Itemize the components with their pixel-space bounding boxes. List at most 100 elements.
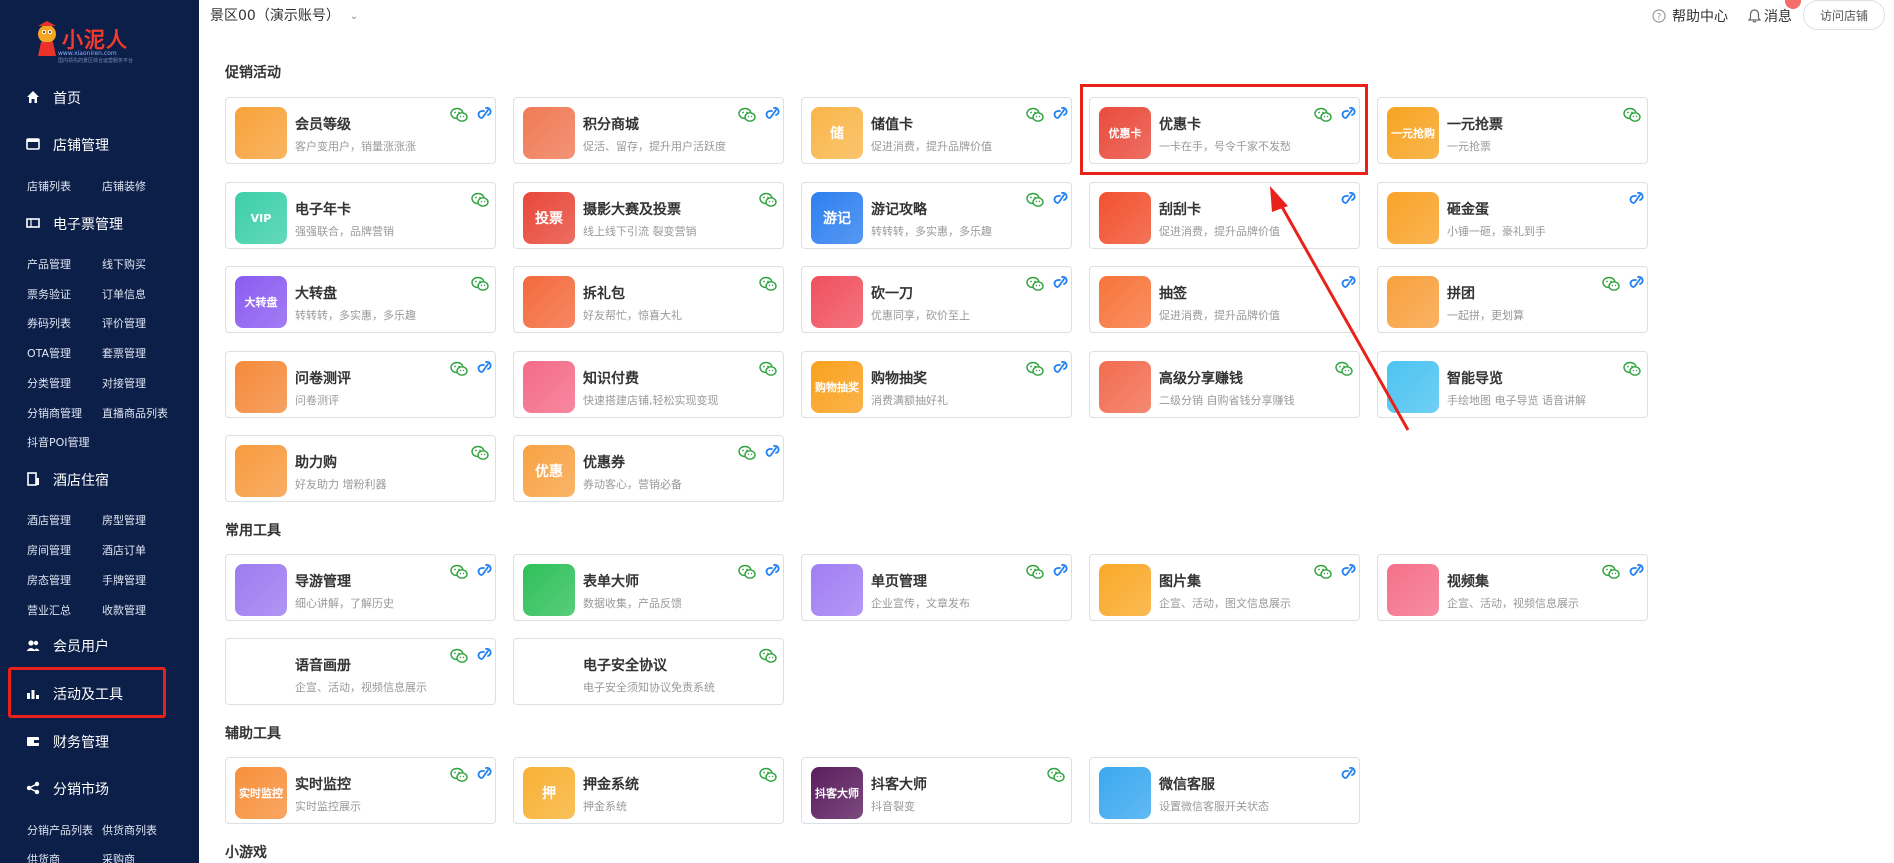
link-icon[interactable] [477, 105, 493, 123]
sub-docking[interactable]: 对接管理 [102, 375, 146, 391]
tool-card[interactable]: 刮刮卡 促进消费，提升品牌价值 [1089, 182, 1360, 249]
tool-card[interactable]: 图片集 企宣、活动，图文信息展示 [1089, 554, 1360, 621]
sub-hotel-mgmt[interactable]: 酒店管理 [27, 512, 71, 528]
tool-card[interactable]: 智能导览 手绘地图 电子导览 语音讲解 [1377, 351, 1648, 418]
nav-eticket[interactable]: 电子票管理 [0, 203, 199, 243]
link-icon[interactable] [1053, 359, 1069, 377]
wechat-icon[interactable] [759, 361, 777, 377]
nav-store[interactable]: 店铺管理 [0, 124, 199, 164]
tool-card[interactable]: 拼团 一起拼，更划算 [1377, 266, 1648, 333]
wechat-icon[interactable] [759, 276, 777, 292]
tool-card[interactable]: 游记 游记攻略 转转转，多实惠，多乐趣 [801, 182, 1072, 249]
sub-order-info[interactable]: 订单信息 [102, 286, 146, 302]
link-icon[interactable] [765, 105, 781, 123]
tool-card[interactable]: 大转盘 大转盘 转转转，多实惠，多乐趣 [225, 266, 496, 333]
sub-hotel-order[interactable]: 酒店订单 [102, 542, 146, 558]
wechat-icon[interactable] [450, 767, 468, 783]
site-selector[interactable]: 景区00（演示账号） ⌄ [210, 5, 358, 25]
sub-room-type[interactable]: 房型管理 [102, 512, 146, 528]
messages-link[interactable]: 消息 [1748, 6, 1792, 26]
wechat-icon[interactable] [1026, 564, 1044, 580]
sub-review[interactable]: 评价管理 [102, 315, 146, 331]
tool-card[interactable]: 语音画册 企宣、活动，视频信息展示 [225, 638, 496, 705]
tool-card[interactable]: 砸金蛋 小锤一砸，豪礼到手 [1377, 182, 1648, 249]
wechat-icon[interactable] [450, 107, 468, 123]
tool-card[interactable]: 表单大师 数据收集，产品反馈 [513, 554, 784, 621]
link-icon[interactable] [477, 765, 493, 783]
nav-finance[interactable]: 财务管理 [0, 721, 199, 761]
tool-card[interactable]: 问卷测评 问卷测评 [225, 351, 496, 418]
tool-card[interactable]: 积分商城 促活、留存，提升用户活跃度 [513, 97, 784, 164]
sub-category[interactable]: 分类管理 [27, 375, 71, 391]
visit-store-button[interactable]: 访问店铺 [1803, 0, 1885, 30]
sub-room-mgmt[interactable]: 房间管理 [27, 542, 71, 558]
wechat-icon[interactable] [1623, 361, 1641, 377]
link-icon[interactable] [477, 359, 493, 377]
sub-fee[interactable]: 手牌管理 [102, 572, 146, 588]
sub-live-list[interactable]: 直播商品列表 [102, 405, 168, 421]
tool-card[interactable]: 拆礼包 好友帮忙，惊喜大礼 [513, 266, 784, 333]
nav-home[interactable]: 首页 [0, 77, 199, 117]
wechat-icon[interactable] [1314, 564, 1332, 580]
wechat-icon[interactable] [450, 564, 468, 580]
link-icon[interactable] [1053, 190, 1069, 208]
sub-offline-buy[interactable]: 线下购买 [102, 256, 146, 272]
wechat-icon[interactable] [759, 648, 777, 664]
wechat-icon[interactable] [1047, 767, 1065, 783]
tool-card[interactable]: 购物抽奖 购物抽奖 消费满额抽好礼 [801, 351, 1072, 418]
link-icon[interactable] [1341, 765, 1357, 783]
sub-business[interactable]: 营业汇总 [27, 602, 71, 618]
sub-code-list[interactable]: 券码列表 [27, 315, 71, 331]
tool-card[interactable]: 优惠 优惠券 券动客心，营销必备 [513, 435, 784, 502]
sub-dist-product[interactable]: 分销产品列表 [27, 822, 93, 838]
brand-logo[interactable]: 小泥人 www.xiaoniren.com 国内领先的景区综合运营服务平台 [32, 20, 148, 64]
tool-card[interactable]: 助力购 好友助力 增粉利器 [225, 435, 496, 502]
wechat-icon[interactable] [759, 767, 777, 783]
nav-hotel[interactable]: 酒店住宿 [0, 459, 199, 499]
sub-distributor[interactable]: 分销商管理 [27, 405, 82, 421]
link-icon[interactable] [477, 562, 493, 580]
link-icon[interactable] [1629, 190, 1645, 208]
wechat-icon[interactable] [1026, 107, 1044, 123]
tool-card[interactable]: 储 储值卡 促进消费，提升品牌价值 [801, 97, 1072, 164]
wechat-icon[interactable] [1026, 276, 1044, 292]
sub-purchaser[interactable]: 采购商 [102, 851, 135, 863]
nav-members[interactable]: 会员用户 [0, 625, 199, 665]
link-icon[interactable] [765, 562, 781, 580]
wechat-icon[interactable] [1335, 361, 1353, 377]
tool-card[interactable]: 导游管理 细心讲解，了解历史 [225, 554, 496, 621]
link-icon[interactable] [1341, 562, 1357, 580]
sub-supplier[interactable]: 供货商 [27, 851, 60, 863]
link-icon[interactable] [477, 646, 493, 664]
link-icon[interactable] [1341, 190, 1357, 208]
sub-supplier-list[interactable]: 供货商列表 [102, 822, 157, 838]
wechat-icon[interactable] [759, 192, 777, 208]
link-icon[interactable] [765, 443, 781, 461]
tool-card[interactable]: 押押金系统 押金系统 [513, 757, 784, 824]
wechat-icon[interactable] [738, 445, 756, 461]
wechat-icon[interactable] [738, 107, 756, 123]
wechat-icon[interactable] [471, 445, 489, 461]
tool-card[interactable]: 会员等级 客户变用户，销量涨涨涨 [225, 97, 496, 164]
wechat-icon[interactable] [471, 276, 489, 292]
tool-card[interactable]: 砍一刀 优惠同享，砍价至上 [801, 266, 1072, 333]
tool-card[interactable]: 实时监控 实时监控 实时监控展示 [225, 757, 496, 824]
sub-douyin-poi[interactable]: 抖音POI管理 [27, 434, 90, 450]
tool-card[interactable]: 单页管理 企业宣传，文章发布 [801, 554, 1072, 621]
link-icon[interactable] [1629, 274, 1645, 292]
tool-card[interactable]: 知识付费 快速搭建店铺,轻松实现变现 [513, 351, 784, 418]
sub-cashier[interactable]: 收款管理 [102, 602, 146, 618]
wechat-icon[interactable] [1026, 361, 1044, 377]
wechat-icon[interactable] [450, 648, 468, 664]
sub-ota[interactable]: OTA管理 [27, 345, 71, 361]
wechat-icon[interactable] [1623, 107, 1641, 123]
sub-store-decor[interactable]: 店铺装修 [102, 178, 146, 194]
tool-card[interactable]: 抖客大师 抖客大师 抖音裂变 [801, 757, 1072, 824]
wechat-icon[interactable] [471, 192, 489, 208]
wechat-icon[interactable] [1602, 276, 1620, 292]
sub-room-status[interactable]: 房态管理 [27, 572, 71, 588]
tool-card[interactable]: 电子安全协议 电子安全须知协议免责系统 [513, 638, 784, 705]
link-icon[interactable] [1341, 274, 1357, 292]
tool-card[interactable]: VIP 电子年卡 强强联合，品牌营销 [225, 182, 496, 249]
wechat-icon[interactable] [450, 361, 468, 377]
